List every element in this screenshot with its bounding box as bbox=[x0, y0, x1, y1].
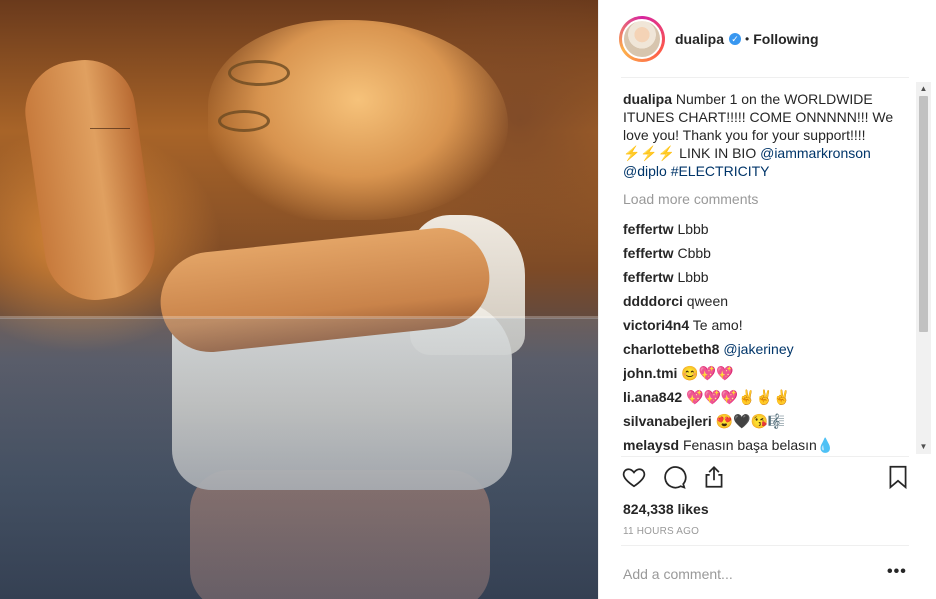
comment-text: Cbbb bbox=[677, 245, 711, 261]
comment-text: Lbbb bbox=[677, 269, 709, 285]
photo-bracelet bbox=[218, 110, 270, 132]
comment-item: ddddorci qween bbox=[623, 292, 911, 310]
heart-icon[interactable] bbox=[621, 464, 649, 492]
header-separator: • bbox=[745, 32, 750, 46]
avatar-story-ring[interactable] bbox=[619, 16, 665, 62]
caption-hashtag[interactable]: #ELECTRICITY bbox=[671, 163, 770, 179]
likes-count[interactable]: 824,338 likes bbox=[623, 501, 709, 517]
comment-item: li.ana842 💖💖💖✌✌✌ bbox=[623, 388, 911, 406]
comment-item: silvanabejleri 😍🖤😘🎼 bbox=[623, 412, 911, 430]
comment-username[interactable]: ddddorci bbox=[623, 293, 683, 309]
comment-text: 😍🖤😘🎼 bbox=[715, 413, 786, 429]
photo-arm-left bbox=[18, 53, 162, 307]
caption-username[interactable]: dualipa bbox=[623, 91, 672, 107]
scroll-down-arrow-icon[interactable]: ▼ bbox=[916, 440, 931, 454]
comment-item: john.tmi 😊💖💖 bbox=[623, 364, 911, 382]
more-options-button[interactable]: ••• bbox=[887, 563, 907, 581]
comment-text: 😊💖💖 bbox=[681, 365, 734, 381]
comment-username[interactable]: feffertw bbox=[623, 245, 674, 261]
comment-item: melaysd Fenasın başa belasın💧 bbox=[623, 436, 911, 454]
comment-item: victori4n4 Te amo! bbox=[623, 316, 911, 334]
comment-username[interactable]: feffertw bbox=[623, 269, 674, 285]
comment-text: Fenasın başa belasın💧 bbox=[682, 437, 835, 453]
load-more-comments-button[interactable]: Load more comments bbox=[623, 190, 911, 208]
post-header: dualipa ✓ • Following bbox=[599, 0, 936, 78]
comment-bubble-icon[interactable] bbox=[661, 464, 689, 492]
bookmark-icon[interactable] bbox=[885, 464, 913, 492]
caption-mention[interactable]: @iammarkronson bbox=[760, 145, 871, 161]
post-caption: dualipa Number 1 on the WORLDWIDE ITUNES… bbox=[623, 90, 911, 180]
header-divider bbox=[621, 77, 909, 78]
post-username[interactable]: dualipa bbox=[675, 31, 724, 47]
scrollbar-thumb[interactable] bbox=[919, 96, 928, 332]
verified-badge-icon: ✓ bbox=[729, 33, 742, 45]
post-side-panel: dualipa ✓ • Following dualipa Number 1 o… bbox=[598, 0, 936, 599]
comments-list[interactable]: dualipa Number 1 on the WORLDWIDE ITUNES… bbox=[623, 90, 911, 456]
comment-text: 💖💖💖✌✌✌ bbox=[686, 389, 791, 405]
comment-item: feffertw Lbbb bbox=[623, 268, 911, 286]
add-comment-input[interactable] bbox=[623, 563, 873, 585]
photo-tattoo bbox=[90, 128, 130, 134]
comment-username[interactable]: silvanabejleri bbox=[623, 413, 712, 429]
comment-username[interactable]: charlottebeth8 bbox=[623, 341, 719, 357]
post-timestamp[interactable]: 11 HOURS AGO bbox=[623, 526, 699, 537]
comment-text: Te amo! bbox=[692, 317, 743, 333]
comment-item: charlottebeth8 @jakeriney bbox=[623, 340, 911, 358]
actions-divider bbox=[621, 456, 909, 457]
caption-mention[interactable]: @diplo bbox=[623, 163, 667, 179]
comment-item: feffertw Cbbb bbox=[623, 244, 911, 262]
comment-username[interactable]: john.tmi bbox=[623, 365, 677, 381]
comment-username[interactable]: melaysd bbox=[623, 437, 679, 453]
post-image[interactable] bbox=[0, 0, 598, 599]
following-button[interactable]: Following bbox=[753, 31, 818, 47]
photo-bracelet bbox=[228, 60, 290, 86]
comment-username[interactable]: victori4n4 bbox=[623, 317, 689, 333]
comment-mention[interactable]: @jakeriney bbox=[723, 341, 793, 357]
comment-username[interactable]: feffertw bbox=[623, 221, 674, 237]
comment-text: Lbbb bbox=[677, 221, 709, 237]
share-icon[interactable] bbox=[701, 464, 729, 492]
avatar[interactable] bbox=[622, 19, 662, 59]
comment-username[interactable]: li.ana842 bbox=[623, 389, 682, 405]
add-comment-divider bbox=[621, 545, 909, 546]
comment-item: feffertw Lbbb bbox=[623, 220, 911, 238]
comment-text: qween bbox=[686, 293, 729, 309]
scroll-up-arrow-icon[interactable]: ▲ bbox=[916, 82, 931, 96]
comments-scrollbar[interactable]: ▲ ▼ bbox=[916, 82, 931, 454]
post-actions bbox=[621, 464, 913, 496]
photo-glass-reflection bbox=[0, 318, 598, 599]
